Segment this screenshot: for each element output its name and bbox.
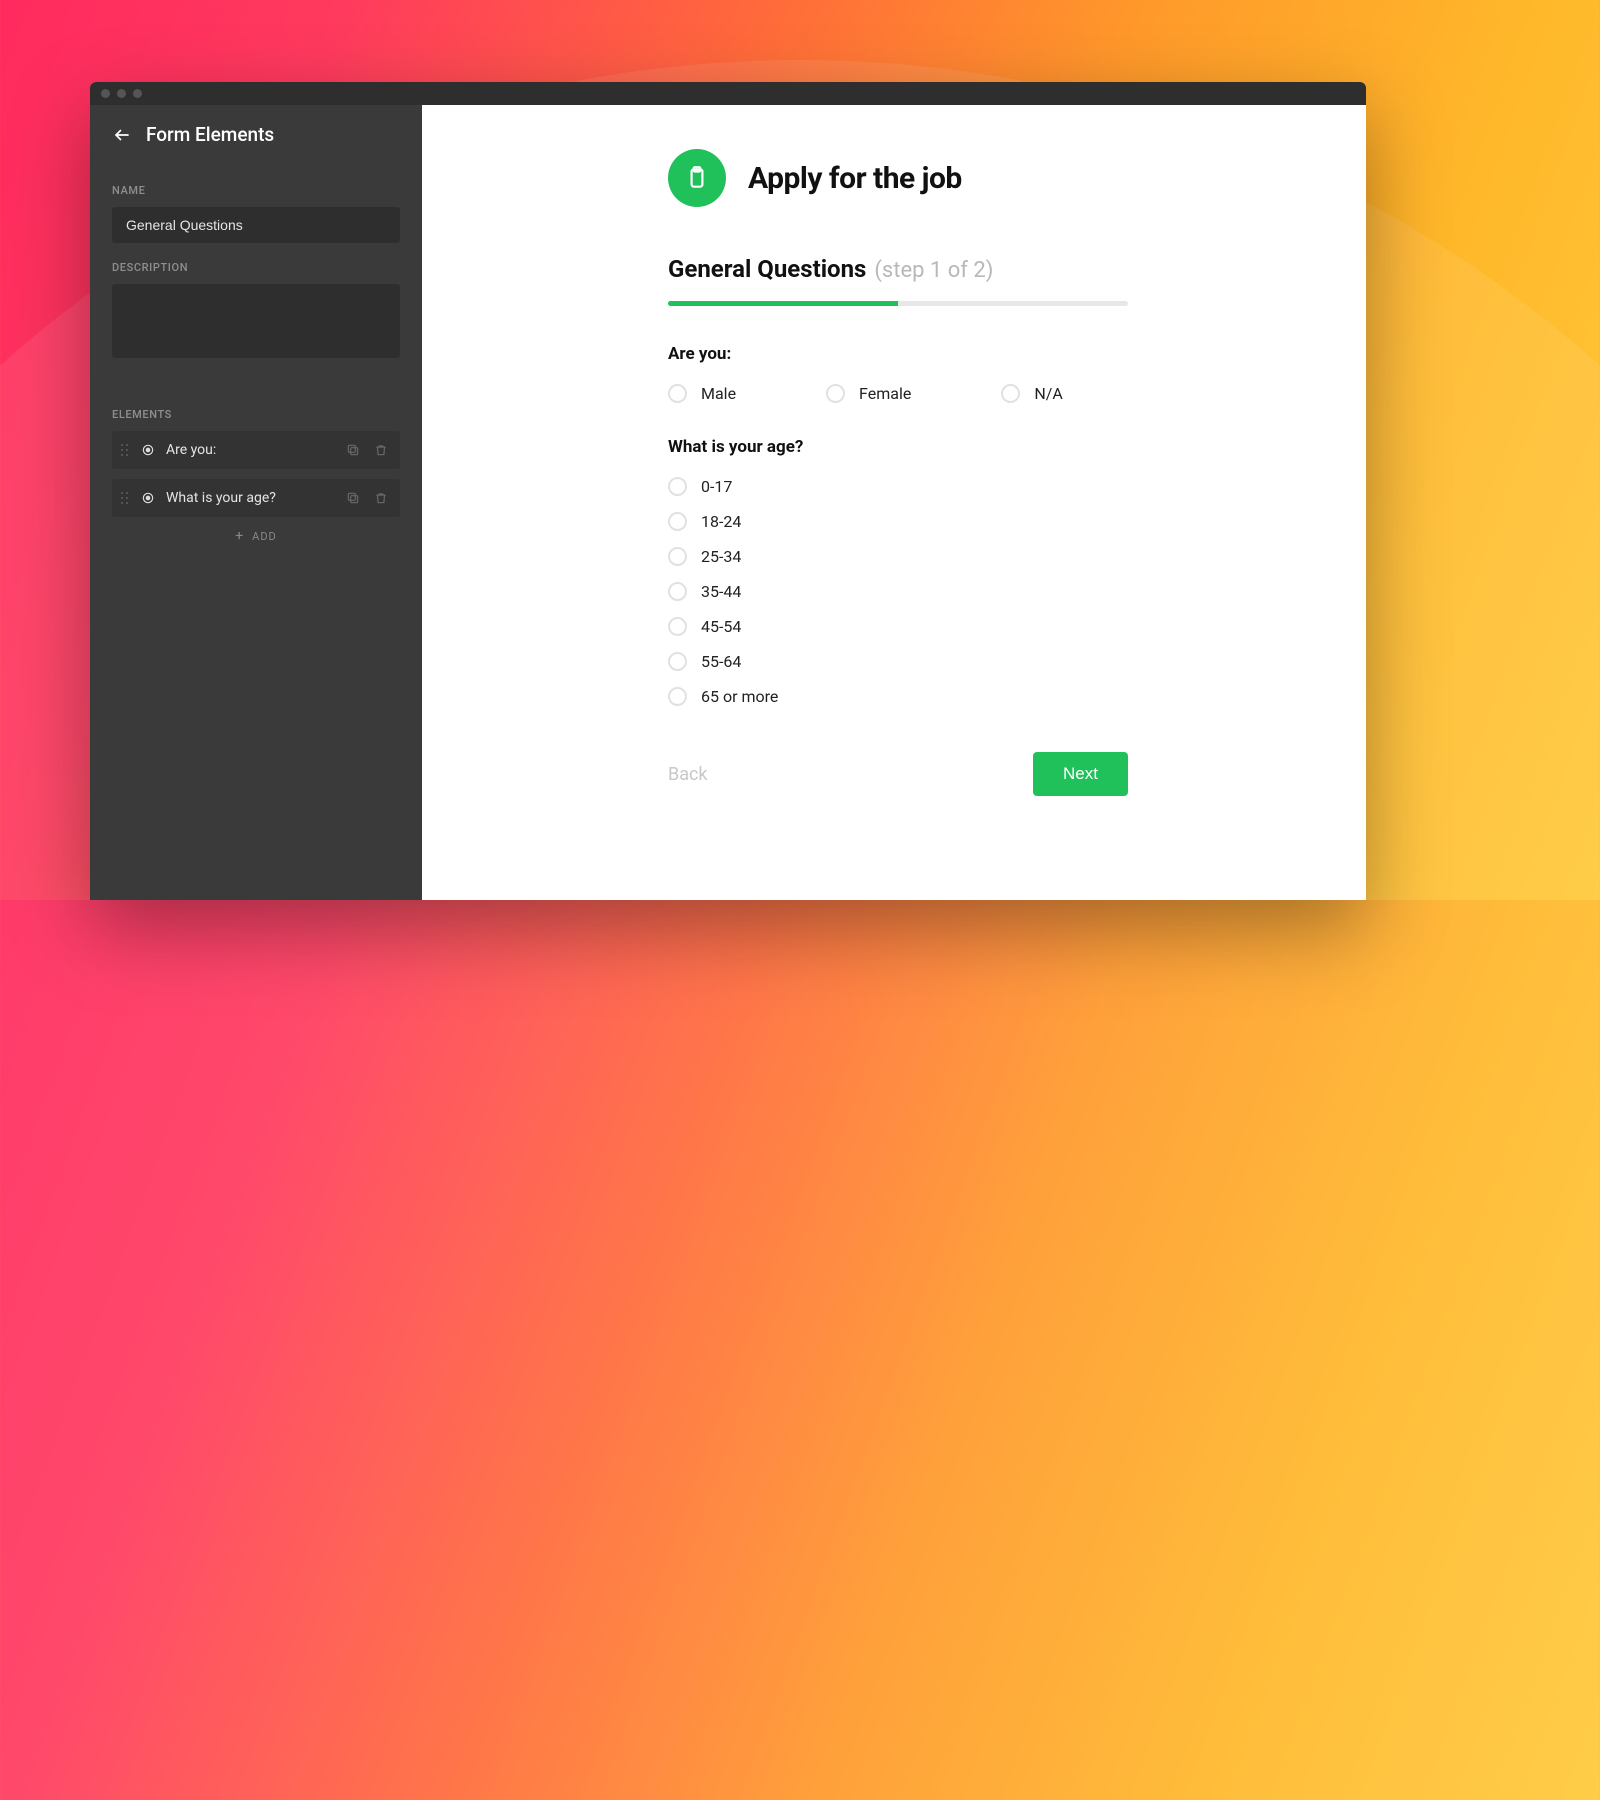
radio-icon: [1001, 384, 1020, 403]
drag-handle-icon[interactable]: [118, 444, 130, 456]
duplicate-icon[interactable]: [344, 441, 362, 459]
radio-option-label: 0-17: [701, 477, 732, 496]
trash-icon[interactable]: [372, 441, 390, 459]
description-input[interactable]: [112, 284, 400, 358]
radio-icon: [668, 617, 687, 636]
radio-icon: [668, 547, 687, 566]
radio-option-label: 65 or more: [701, 687, 778, 706]
radio-option-label: Male: [701, 384, 736, 403]
radio-icon: [668, 582, 687, 601]
radio-icon: [668, 384, 687, 403]
radio-option-label: N/A: [1034, 384, 1062, 403]
element-item-label: What is your age?: [166, 490, 334, 506]
clipboard-icon: [668, 149, 726, 207]
element-item[interactable]: What is your age?: [112, 479, 400, 517]
radio-option[interactable]: 65 or more: [668, 687, 1128, 706]
window-dot-min[interactable]: [117, 89, 126, 98]
radio-option[interactable]: Female: [826, 384, 911, 403]
sidebar: Form Elements NAME DESCRIPTION ELEMENTS …: [90, 105, 422, 900]
name-input[interactable]: [112, 207, 400, 243]
description-field-label: DESCRIPTION: [112, 261, 400, 274]
elements-section-label: ELEMENTS: [112, 408, 400, 421]
radio-option-label: 35-44: [701, 582, 741, 601]
radio-option-label: 55-64: [701, 652, 741, 671]
radio-icon: [668, 477, 687, 496]
radio-type-icon: [140, 442, 156, 458]
question-block: Are you: Male Female N/A: [668, 344, 1128, 403]
radio-option-label: 25-34: [701, 547, 741, 566]
radio-option[interactable]: Male: [668, 384, 736, 403]
back-button[interactable]: Back: [668, 764, 708, 785]
trash-icon[interactable]: [372, 489, 390, 507]
next-button[interactable]: Next: [1033, 752, 1128, 796]
sidebar-title: Form Elements: [146, 123, 274, 146]
radio-option-label: 45-54: [701, 617, 741, 636]
window-dot-close[interactable]: [101, 89, 110, 98]
radio-option[interactable]: 0-17: [668, 477, 1128, 496]
radio-option[interactable]: 25-34: [668, 547, 1128, 566]
element-item[interactable]: Are you:: [112, 431, 400, 469]
progress-bar: [668, 301, 1128, 306]
radio-icon: [668, 652, 687, 671]
name-field-label: NAME: [112, 184, 400, 197]
radio-type-icon: [140, 490, 156, 506]
element-item-label: Are you:: [166, 442, 334, 458]
question-label: Are you:: [668, 344, 1128, 364]
radio-option-label: 18-24: [701, 512, 741, 531]
step-subtitle: (step 1 of 2): [874, 258, 993, 283]
radio-icon: [668, 687, 687, 706]
question-label: What is your age?: [668, 437, 1128, 457]
radio-option[interactable]: 35-44: [668, 582, 1128, 601]
form-preview: Apply for the job General Questions (ste…: [422, 105, 1366, 900]
radio-option[interactable]: 55-64: [668, 652, 1128, 671]
plus-icon: +: [235, 529, 244, 543]
radio-icon: [826, 384, 845, 403]
back-arrow-icon[interactable]: [112, 125, 132, 145]
window-dot-max[interactable]: [133, 89, 142, 98]
app-window: Form Elements NAME DESCRIPTION ELEMENTS …: [90, 82, 1366, 900]
radio-icon: [668, 512, 687, 531]
duplicate-icon[interactable]: [344, 489, 362, 507]
form-title: Apply for the job: [748, 161, 962, 196]
window-titlebar: [90, 82, 1366, 105]
question-block: What is your age? 0-17 18-24 25-34 35-44 45-5…: [668, 437, 1128, 706]
radio-option[interactable]: 18-24: [668, 512, 1128, 531]
add-element-button[interactable]: + ADD: [112, 517, 400, 555]
add-element-label: ADD: [252, 530, 277, 543]
radio-option[interactable]: 45-54: [668, 617, 1128, 636]
radio-option-label: Female: [859, 384, 911, 403]
step-title: General Questions: [668, 255, 866, 283]
drag-handle-icon[interactable]: [118, 492, 130, 504]
radio-option[interactable]: N/A: [1001, 384, 1062, 403]
